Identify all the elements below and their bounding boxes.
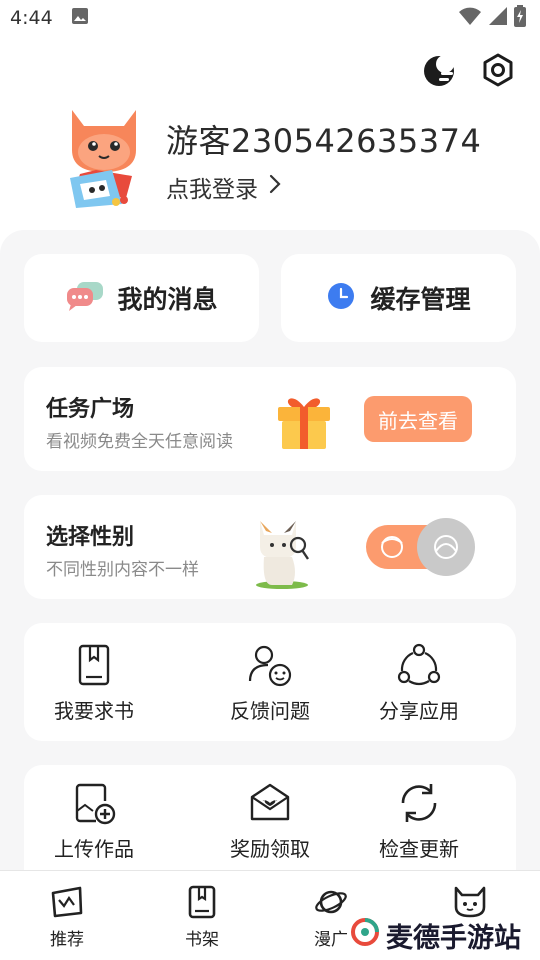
login-link[interactable]: 点我登录 bbox=[166, 170, 282, 204]
refresh-icon bbox=[397, 781, 441, 825]
gender-card: 选择性别 不同性别内容不一样 bbox=[24, 495, 516, 599]
grid-item-upload[interactable]: 上传作品 bbox=[24, 781, 164, 862]
watermark: 麦德手游站 bbox=[350, 916, 521, 955]
task-go-button[interactable]: 前去查看 bbox=[364, 396, 472, 442]
username: 游客230542635374 bbox=[166, 122, 482, 160]
feedback-icon bbox=[248, 643, 292, 687]
watermark-text: 麦德手游站 bbox=[386, 923, 521, 954]
bookshelf-icon bbox=[185, 885, 219, 919]
gift-icon bbox=[274, 391, 334, 451]
grid-label: 反馈问题 bbox=[230, 699, 310, 723]
grid-item-share[interactable]: 分享应用 bbox=[349, 643, 489, 724]
planet-icon bbox=[314, 885, 348, 919]
grid-item-feedback[interactable]: 反馈问题 bbox=[200, 643, 340, 724]
messages-label: 我的消息 bbox=[117, 285, 218, 314]
status-time: 4:44 bbox=[10, 7, 53, 29]
gender-subtitle: 不同性别内容不一样 bbox=[46, 560, 199, 580]
cache-label: 缓存管理 bbox=[370, 285, 471, 314]
night-mode-icon[interactable] bbox=[422, 52, 458, 88]
settings-icon[interactable] bbox=[480, 52, 516, 88]
content-panel: 我的消息 缓存管理 任务广场 看视频免费全天任意阅读 前去查看 选择性别 不同性… bbox=[0, 230, 540, 870]
grid-item-check-update[interactable]: 检查更新 bbox=[349, 781, 489, 862]
task-title: 任务广场 bbox=[46, 397, 135, 422]
book-request-icon bbox=[72, 643, 116, 687]
watermark-logo-icon bbox=[350, 917, 380, 954]
tab-recommend[interactable]: 推荐 bbox=[27, 885, 107, 950]
grid-label: 我要求书 bbox=[54, 699, 134, 723]
gender-title: 选择性别 bbox=[46, 525, 135, 550]
grid-label: 上传作品 bbox=[54, 837, 134, 861]
gender-toggle[interactable] bbox=[366, 517, 476, 577]
avatar[interactable] bbox=[66, 100, 142, 210]
task-card: 任务广场 看视频免费全天任意阅读 前去查看 bbox=[24, 367, 516, 471]
wifi-icon bbox=[458, 6, 482, 31]
top-actions bbox=[422, 52, 516, 88]
reward-icon bbox=[248, 781, 292, 825]
features-card-1: 我要求书 反馈问题 分享应用 bbox=[24, 623, 516, 741]
cat-illustration bbox=[246, 513, 310, 589]
upload-icon bbox=[72, 781, 116, 825]
profile-header: 游客230542635374 点我登录 bbox=[66, 100, 506, 210]
share-icon bbox=[397, 643, 441, 687]
grid-label: 检查更新 bbox=[379, 837, 459, 861]
tab-profile[interactable] bbox=[430, 885, 510, 919]
cat-profile-icon bbox=[453, 885, 487, 919]
task-subtitle: 看视频免费全天任意阅读 bbox=[46, 432, 233, 452]
battery-icon bbox=[514, 4, 526, 32]
clock-icon bbox=[326, 281, 356, 315]
cache-card[interactable]: 缓存管理 bbox=[281, 254, 516, 342]
tab-label: 书架 bbox=[185, 930, 219, 950]
features-card-2: 上传作品 奖励领取 检查更新 bbox=[24, 765, 516, 870]
grid-item-reward[interactable]: 奖励领取 bbox=[200, 781, 340, 862]
tab-label: 推荐 bbox=[50, 930, 84, 950]
grid-item-request-book[interactable]: 我要求书 bbox=[24, 643, 164, 724]
grid-label: 奖励领取 bbox=[230, 837, 310, 861]
gallery-icon bbox=[71, 7, 89, 30]
chat-bubble-icon bbox=[65, 280, 105, 316]
tab-label: 漫广 bbox=[314, 930, 348, 950]
recommend-icon bbox=[50, 885, 84, 919]
chevron-right-icon bbox=[268, 173, 282, 201]
signal-icon bbox=[488, 6, 508, 31]
messages-card[interactable]: 我的消息 bbox=[24, 254, 259, 342]
status-bar: 4:44 bbox=[0, 0, 540, 36]
tab-bookshelf[interactable]: 书架 bbox=[162, 885, 242, 950]
login-label: 点我登录 bbox=[166, 177, 258, 203]
grid-label: 分享应用 bbox=[379, 699, 459, 723]
